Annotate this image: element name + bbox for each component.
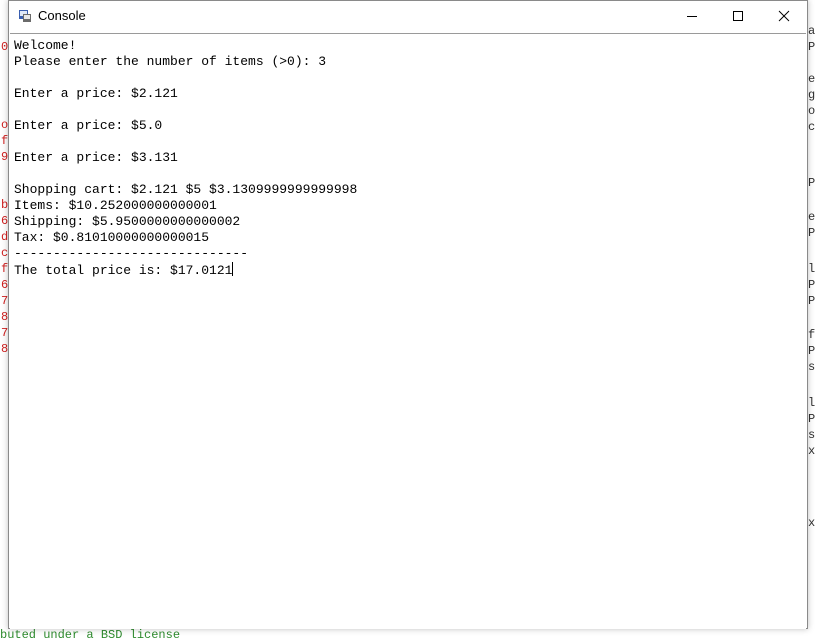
background-editor-right: aPegocPePlPPfPslPsxx <box>808 0 816 639</box>
console-output-area[interactable]: Welcome! Please enter the number of item… <box>10 33 806 629</box>
background-glyph: e <box>808 210 816 224</box>
background-glyph: g <box>808 88 816 102</box>
maximize-button[interactable] <box>715 1 761 31</box>
background-glyph: P <box>808 40 816 54</box>
console-line: Please enter the number of items (>0): 3 <box>14 54 327 69</box>
console-line: Enter a price: $5.0 <box>14 118 163 133</box>
background-glyph: e <box>808 72 816 86</box>
console-line: ------------------------------ <box>14 246 249 261</box>
console-window[interactable]: Console Welcome! Please enter the number… <box>8 0 808 629</box>
window-title: Console <box>38 8 86 23</box>
console-line: Enter a price: $3.131 <box>14 150 178 165</box>
background-license-text: buted under a BSD license <box>0 629 181 639</box>
console-line: Enter a price: $2.121 <box>14 86 178 101</box>
background-glyph: f <box>808 328 816 342</box>
background-glyph: s <box>808 360 816 374</box>
console-line: Shipping: $5.9500000000000002 <box>14 214 241 229</box>
background-glyph: P <box>808 412 816 426</box>
background-glyph: s <box>808 428 816 442</box>
minimize-icon <box>687 16 697 17</box>
background-glyph: P <box>808 176 816 190</box>
background-glyph: P <box>808 226 816 240</box>
background-glyph: x <box>808 444 816 458</box>
background-glyph: x <box>808 516 816 530</box>
background-glyph: l <box>808 396 816 410</box>
minimize-button[interactable] <box>669 1 715 31</box>
background-glyph: P <box>808 294 816 308</box>
console-app-icon <box>19 10 31 22</box>
title-bar[interactable]: Console <box>9 1 807 32</box>
console-line: Items: $10.252000000000001 <box>14 198 217 213</box>
background-glyph: P <box>808 278 816 292</box>
console-output: Welcome! Please enter the number of item… <box>14 38 357 279</box>
console-line: Tax: $0.81010000000000015 <box>14 230 210 245</box>
background-glyph: P <box>808 344 816 358</box>
background-glyph: c <box>808 120 816 134</box>
close-button[interactable] <box>761 1 807 31</box>
console-line: The total price is: $17.0121 <box>14 263 233 278</box>
console-line: Shopping cart: $2.121 $5 $3.130999999999… <box>14 182 358 197</box>
maximize-icon <box>733 11 743 21</box>
background-glyph: o <box>808 104 816 118</box>
background-editor-bottom: buted under a BSD license <box>0 629 816 639</box>
console-line: Welcome! <box>14 38 77 53</box>
close-icon <box>778 10 790 22</box>
background-glyph: a <box>808 24 816 38</box>
background-glyph: l <box>808 262 816 276</box>
text-cursor <box>232 262 234 276</box>
